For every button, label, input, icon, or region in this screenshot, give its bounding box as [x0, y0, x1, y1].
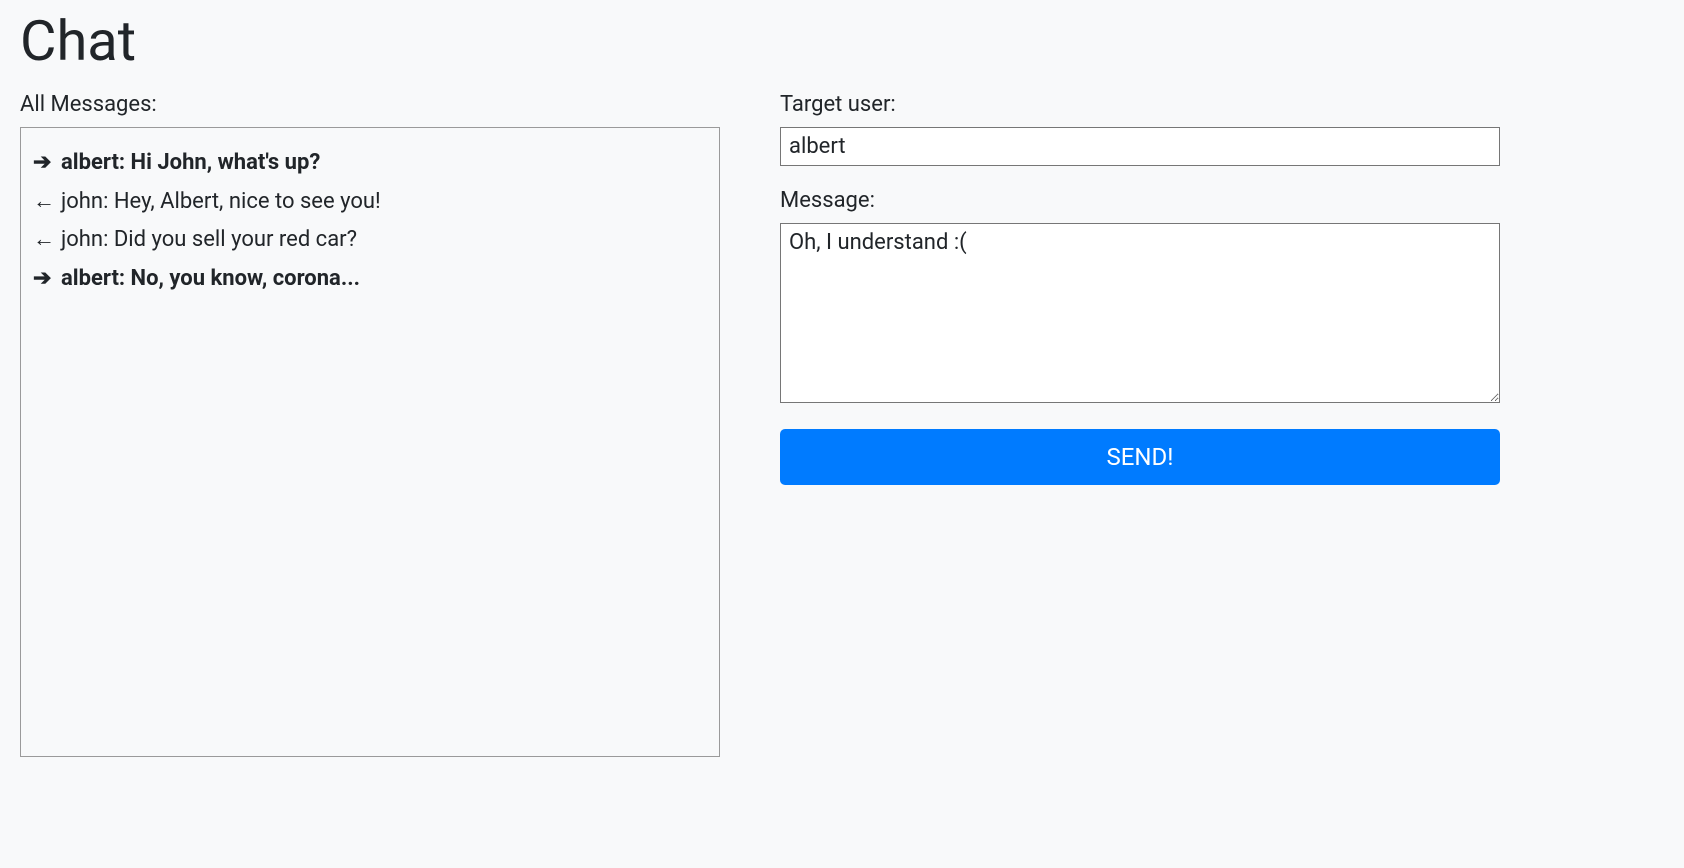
message-line: ←john: Did you sell your red car?	[33, 221, 707, 260]
message-text: john: Hey, Albert, nice to see you!	[61, 183, 381, 222]
message-line: ←john: Hey, Albert, nice to see you!	[33, 183, 707, 222]
page-title: Chat	[20, 8, 1664, 74]
message-label: Message:	[780, 188, 1500, 213]
target-user-label: Target user:	[780, 92, 1500, 117]
messages-box[interactable]: ➔albert: Hi John, what's up?←john: Hey, …	[20, 127, 720, 757]
arrow-right-icon: ➔	[33, 144, 61, 183]
message-line: ➔albert: Hi John, what's up?	[33, 144, 707, 183]
all-messages-label: All Messages:	[20, 92, 720, 117]
message-textarea[interactable]	[780, 223, 1500, 403]
compose-column: Target user: Message: SEND!	[780, 92, 1500, 485]
target-user-group: Target user:	[780, 92, 1500, 166]
message-text: john: Did you sell your red car?	[61, 221, 357, 260]
main-layout: All Messages: ➔albert: Hi John, what's u…	[20, 92, 1664, 757]
message-group: Message:	[780, 188, 1500, 407]
message-text: albert: No, you know, corona...	[61, 260, 360, 299]
messages-column: All Messages: ➔albert: Hi John, what's u…	[20, 92, 720, 757]
arrow-left-icon: ←	[33, 183, 61, 222]
send-button[interactable]: SEND!	[780, 429, 1500, 485]
target-user-input[interactable]	[780, 127, 1500, 166]
message-text: albert: Hi John, what's up?	[61, 144, 320, 183]
arrow-right-icon: ➔	[33, 260, 61, 299]
arrow-left-icon: ←	[33, 221, 61, 260]
message-line: ➔albert: No, you know, corona...	[33, 260, 707, 299]
